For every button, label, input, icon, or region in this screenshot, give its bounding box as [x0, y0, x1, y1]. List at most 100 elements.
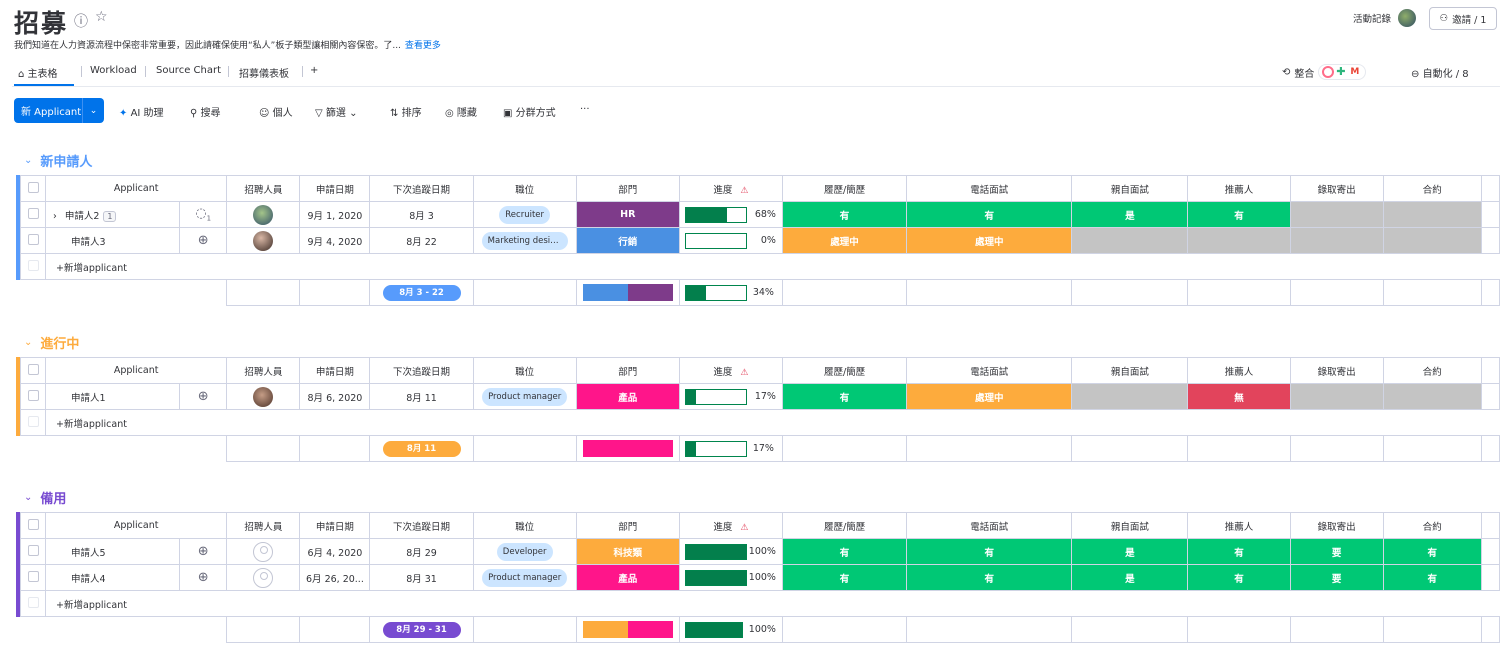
- applicant-name[interactable]: 申請人5: [45, 538, 181, 565]
- column-header[interactable]: 親自面試: [1071, 512, 1189, 539]
- group-by-button[interactable]: ▣ 分群方式: [503, 104, 556, 119]
- next-followup-date[interactable]: 8月 29: [369, 538, 474, 565]
- add-item-input[interactable]: +新增applicant: [45, 253, 1500, 280]
- position-cell[interactable]: Developer: [472, 538, 577, 565]
- select-all-checkbox[interactable]: [19, 357, 47, 384]
- person-filter-button[interactable]: ☺ 個人: [259, 104, 293, 119]
- row-checkbox[interactable]: [19, 564, 47, 591]
- star-icon[interactable]: ☆: [95, 9, 108, 25]
- applicant-name[interactable]: 申請人3: [45, 227, 181, 254]
- group-title[interactable]: 備用: [40, 488, 66, 507]
- table-row[interactable]: › 申請人2 1 ◌1 9月 1, 2020 8月 3 Recruiter HR 6…: [19, 201, 1500, 228]
- status-cell[interactable]: 有: [906, 538, 1073, 565]
- column-header[interactable]: 進度 ⚠: [678, 175, 783, 202]
- chevron-right-icon[interactable]: ›: [53, 211, 57, 222]
- applied-date[interactable]: 9月 1, 2020: [299, 201, 371, 228]
- column-header[interactable]: 申請日期: [299, 512, 371, 539]
- column-header[interactable]: 電話面試: [906, 512, 1073, 539]
- updates-cell[interactable]: ◌1: [179, 201, 228, 228]
- applicant-name[interactable]: › 申請人2 1: [45, 201, 181, 228]
- add-item-row[interactable]: +新增applicant: [19, 409, 1500, 436]
- table-row[interactable]: 申請人5 ⊕ 6月 4, 2020 8月 29 Developer 科技類 10…: [19, 538, 1500, 565]
- column-header[interactable]: 進度 ⚠: [678, 512, 783, 539]
- status-cell[interactable]: [1382, 383, 1482, 410]
- tab-recruit-dashboard[interactable]: 招募儀表板: [239, 65, 289, 80]
- search-button[interactable]: ⚲ 搜尋: [190, 104, 221, 119]
- department-cell[interactable]: 行銷: [575, 227, 680, 254]
- column-header[interactable]: 履歷/簡歷: [781, 357, 908, 384]
- add-update-icon[interactable]: ⊕: [198, 233, 209, 248]
- add-item-row[interactable]: +新增applicant: [19, 590, 1500, 617]
- next-followup-date[interactable]: 8月 3: [369, 201, 474, 228]
- person-placeholder-icon[interactable]: [253, 567, 274, 588]
- department-cell[interactable]: 科技類: [575, 538, 680, 565]
- column-header[interactable]: 推薦人: [1187, 357, 1291, 384]
- status-cell[interactable]: 要: [1289, 538, 1384, 565]
- table-row[interactable]: 申請人3 ⊕ 9月 4, 2020 8月 22 Marketing design…: [19, 227, 1500, 254]
- recruiter-cell[interactable]: [226, 383, 301, 410]
- column-header[interactable]: 職位: [472, 357, 577, 384]
- applied-date[interactable]: 6月 4, 2020: [299, 538, 371, 565]
- applied-date[interactable]: 6月 26, 20...: [299, 564, 371, 591]
- group-title[interactable]: 新申請人: [40, 151, 92, 170]
- column-header[interactable]: 申請日期: [299, 175, 371, 202]
- add-item-input[interactable]: +新增applicant: [45, 409, 1500, 436]
- see-more-link[interactable]: 查看更多: [405, 41, 441, 51]
- column-header[interactable]: 部門: [575, 175, 680, 202]
- tab-workload[interactable]: Workload: [90, 65, 137, 76]
- person-placeholder-icon[interactable]: [253, 541, 274, 562]
- chevron-down-icon[interactable]: ⌄: [24, 155, 32, 166]
- position-cell[interactable]: Product manager: [472, 383, 577, 410]
- add-view-button[interactable]: +: [310, 65, 318, 76]
- status-cell[interactable]: [1289, 383, 1384, 410]
- chevron-down-icon[interactable]: ⌄: [82, 98, 104, 123]
- applicant-name[interactable]: 申請人4: [45, 564, 181, 591]
- status-cell[interactable]: 有: [781, 564, 908, 591]
- applied-date[interactable]: 8月 6, 2020: [299, 383, 371, 410]
- status-cell[interactable]: 有: [906, 201, 1073, 228]
- hide-button[interactable]: ◎ 隱藏: [445, 104, 477, 119]
- status-cell[interactable]: 有: [906, 564, 1073, 591]
- automate-button[interactable]: ⊖ 自動化 / 8: [1411, 65, 1469, 80]
- status-cell[interactable]: [1071, 383, 1189, 410]
- tab-main-table[interactable]: ⌂ 主表格: [18, 65, 58, 80]
- status-cell[interactable]: 有: [1382, 564, 1482, 591]
- column-header[interactable]: 申請日期: [299, 357, 371, 384]
- status-cell[interactable]: 有: [1187, 564, 1291, 591]
- status-cell[interactable]: 是: [1071, 538, 1189, 565]
- add-update-icon[interactable]: ⊕: [198, 389, 209, 404]
- column-header[interactable]: 履歷/簡歷: [781, 175, 908, 202]
- column-header[interactable]: 合約: [1382, 512, 1482, 539]
- chevron-down-icon[interactable]: ⌄: [349, 108, 357, 119]
- column-header[interactable]: 電話面試: [906, 175, 1073, 202]
- column-header[interactable]: Applicant: [45, 357, 228, 384]
- ai-assistant-button[interactable]: ✦ AI 助理: [119, 104, 164, 119]
- column-header[interactable]: 招聘人員: [226, 512, 301, 539]
- status-cell[interactable]: [1289, 227, 1384, 254]
- add-update-icon[interactable]: ⊕: [198, 544, 209, 559]
- new-item-button[interactable]: 新 Applicant ⌄: [14, 98, 104, 123]
- tab-source-chart[interactable]: Source Chart: [156, 65, 221, 76]
- integrate-button[interactable]: ⟲ 整合 ✚ M: [1282, 64, 1367, 80]
- info-icon[interactable]: ⓘ: [74, 11, 88, 31]
- column-header[interactable]: 下次追蹤日期: [369, 357, 474, 384]
- updates-cell[interactable]: ⊕: [179, 538, 228, 565]
- status-cell[interactable]: 無: [1187, 383, 1291, 410]
- recruiter-cell[interactable]: [226, 227, 301, 254]
- department-cell[interactable]: 產品: [575, 383, 680, 410]
- status-cell[interactable]: 有: [1382, 538, 1482, 565]
- invite-button[interactable]: ⚇ 邀請 / 1: [1429, 7, 1497, 30]
- chevron-down-icon[interactable]: ⌄: [24, 492, 32, 503]
- column-header[interactable]: 電話面試: [906, 357, 1073, 384]
- group-header[interactable]: ⌄ 新申請人: [24, 151, 92, 170]
- column-header[interactable]: 履歷/簡歷: [781, 512, 908, 539]
- avatar[interactable]: [253, 204, 274, 225]
- row-checkbox[interactable]: [19, 383, 47, 410]
- column-header[interactable]: 推薦人: [1187, 175, 1291, 202]
- column-header[interactable]: 招聘人員: [226, 175, 301, 202]
- recruiter-cell[interactable]: [226, 564, 301, 591]
- recruiter-cell[interactable]: [226, 201, 301, 228]
- status-cell[interactable]: 處理中: [906, 383, 1073, 410]
- avatar[interactable]: [253, 386, 274, 407]
- status-cell[interactable]: [1071, 227, 1189, 254]
